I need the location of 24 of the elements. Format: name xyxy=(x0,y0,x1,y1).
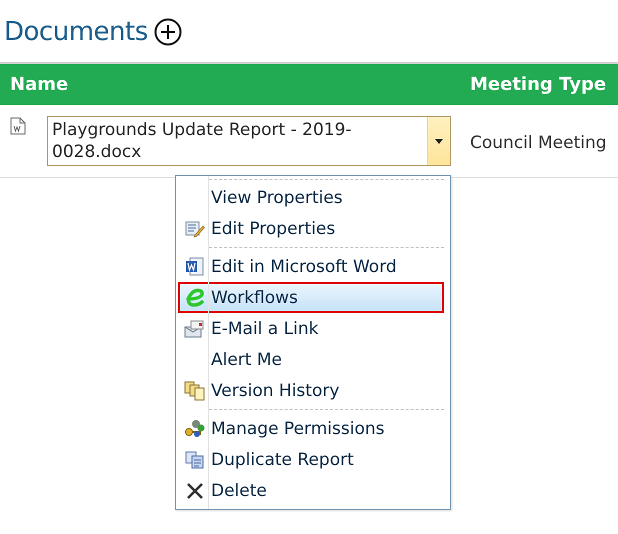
document-name-field[interactable]: Playgrounds Update Report - 2019-0028.docx xyxy=(47,116,451,166)
add-icon[interactable] xyxy=(154,18,182,46)
document-icon xyxy=(10,117,26,135)
permissions-icon xyxy=(184,418,206,438)
menu-item[interactable]: Alert Me xyxy=(178,344,444,375)
menu-item[interactable]: E-Mail a Link xyxy=(178,313,444,344)
table-cell: Council Meeting xyxy=(470,133,607,153)
word-icon xyxy=(184,256,204,276)
delete-icon xyxy=(186,482,204,500)
edit-icon xyxy=(184,220,204,238)
menu-item[interactable]: Version History xyxy=(178,375,444,406)
versions-icon xyxy=(184,380,206,400)
caret-icon[interactable] xyxy=(435,138,443,144)
page-title: Documents xyxy=(4,17,148,47)
duplicate-icon xyxy=(184,450,204,468)
menu-item[interactable]: View Properties xyxy=(178,182,444,213)
email-icon xyxy=(184,320,206,338)
menu-item[interactable]: Manage Permissions xyxy=(178,413,444,444)
menu-item[interactable]: Delete xyxy=(178,475,444,506)
menu-item[interactable]: Duplicate Report xyxy=(178,444,444,475)
menu-item[interactable]: Edit Properties xyxy=(178,213,444,244)
workflow-icon xyxy=(184,288,206,308)
menu-item[interactable]: Edit in Microsoft Word xyxy=(178,251,444,282)
menu-item[interactable]: Workflows xyxy=(178,282,444,313)
